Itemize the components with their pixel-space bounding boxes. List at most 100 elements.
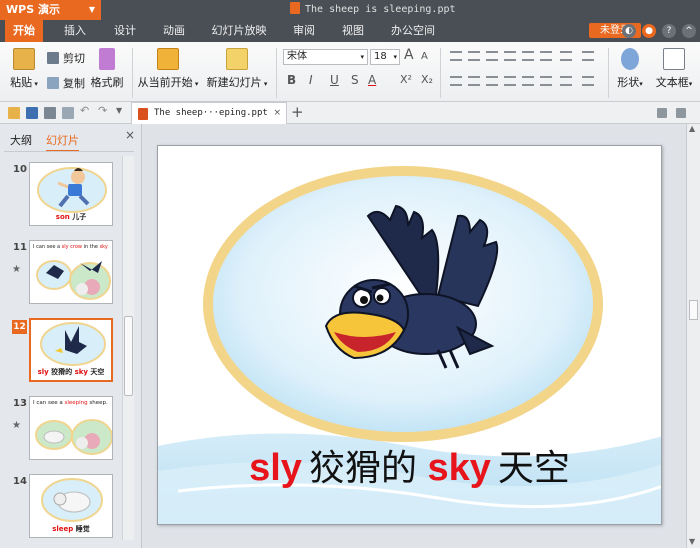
- skin-icon[interactable]: ◐: [622, 24, 636, 38]
- help-icon[interactable]: ?: [662, 24, 676, 38]
- meaning-sky: 天空: [497, 448, 570, 489]
- align-center-icon[interactable]: [468, 76, 480, 86]
- app-menu-button[interactable]: WPS 演示 ▼: [0, 0, 101, 20]
- presentation-file-icon: [138, 108, 148, 120]
- tab-list-icon[interactable]: [657, 108, 667, 118]
- tab-view[interactable]: 视图: [334, 20, 372, 42]
- chevron-down-icon[interactable]: ▼: [116, 106, 128, 118]
- tab-slides[interactable]: 幻灯片: [46, 132, 79, 152]
- slide-number: 11: [13, 242, 27, 253]
- justify-icon[interactable]: [504, 76, 516, 86]
- textbox-button[interactable]: 文本框▾: [651, 48, 697, 90]
- font-size-select[interactable]: 18 ▾: [370, 49, 400, 65]
- bullets-icon[interactable]: [450, 51, 462, 61]
- slide-caption: sly 狡猾的 sky 天空: [158, 439, 661, 491]
- tab-home[interactable]: 开始: [5, 20, 43, 42]
- thumb-sentence: I can see a sleeping sheep.: [33, 400, 108, 406]
- font-size-value: 18: [374, 51, 387, 62]
- slide-number: 10: [13, 164, 27, 175]
- paragraph-settings-icon[interactable]: [582, 76, 594, 86]
- print-preview-icon[interactable]: [62, 107, 74, 119]
- tab-office-space[interactable]: 办公空间: [388, 20, 438, 42]
- panel-divider: [4, 151, 134, 152]
- align-text-icon[interactable]: [560, 51, 572, 61]
- crow-illustration: [40, 322, 106, 366]
- bold-icon[interactable]: B: [287, 73, 296, 87]
- vertical-align-icon[interactable]: [540, 76, 552, 86]
- shrink-font-icon[interactable]: A: [421, 51, 428, 62]
- align-right-icon[interactable]: [486, 76, 498, 86]
- superscript-icon[interactable]: X²: [400, 73, 412, 86]
- quick-access-toolbar: ↶ ↷ ▼ The sheep···eping.ppt × +: [0, 102, 700, 124]
- numbering-icon[interactable]: [468, 51, 480, 61]
- document-tab[interactable]: The sheep···eping.ppt ×: [131, 102, 287, 124]
- distribute-icon[interactable]: [522, 76, 534, 86]
- redo-icon[interactable]: ↷: [98, 104, 110, 117]
- font-name-value: 宋体: [287, 51, 307, 62]
- panel-scrollbar[interactable]: [122, 156, 134, 540]
- undo-icon[interactable]: ↶: [80, 104, 92, 117]
- subscript-icon[interactable]: X₂: [421, 73, 433, 86]
- restore-window-icon[interactable]: [676, 108, 686, 118]
- current-slide-marker: 12: [12, 320, 27, 334]
- font-color-icon[interactable]: A: [368, 73, 376, 87]
- tab-animation[interactable]: 动画: [155, 20, 193, 42]
- slide-thumbnail-11[interactable]: I can see a sly crow in the sky: [29, 240, 113, 304]
- thumb-caption-en: sleep: [52, 525, 74, 533]
- close-icon[interactable]: ×: [273, 103, 281, 124]
- tab-review[interactable]: 审阅: [285, 20, 323, 42]
- play-from-current-button[interactable]: 从当前开始 ▾: [137, 48, 199, 90]
- tab-outline[interactable]: 大纲: [10, 132, 32, 148]
- font-name-select[interactable]: 宋体 ▾: [283, 49, 368, 65]
- print-icon[interactable]: [44, 107, 56, 119]
- columns-icon[interactable]: [582, 51, 594, 61]
- slide-workspace: sly 狡猾的 sky 天空: [143, 124, 686, 548]
- workspace-scrollbar[interactable]: ▲ ▼: [686, 124, 700, 548]
- decrease-indent-icon[interactable]: [486, 51, 498, 61]
- word-sky: sky: [427, 447, 491, 489]
- grow-font-icon[interactable]: A: [404, 47, 414, 63]
- slide-thumbnail-12[interactable]: sly 狡猾的 sky 天空: [29, 318, 113, 382]
- sheep-illustration: [35, 419, 112, 455]
- cut-button[interactable]: 剪切: [47, 50, 85, 66]
- new-slide-button[interactable]: 新建幻灯片 ▾: [206, 48, 268, 90]
- crow-and-sheep-illustration: [36, 260, 111, 300]
- format-painter-label: 格式刷: [90, 76, 124, 89]
- close-icon[interactable]: ×: [125, 128, 135, 142]
- ribbon-divider: [608, 48, 609, 98]
- format-painter-button[interactable]: 格式刷: [88, 48, 126, 90]
- italic-icon[interactable]: I: [309, 73, 313, 87]
- tab-insert[interactable]: 插入: [56, 20, 94, 42]
- paste-label: 粘贴: [10, 76, 33, 89]
- tab-slideshow[interactable]: 幻灯片放映: [208, 20, 270, 42]
- scissors-icon: [47, 52, 59, 64]
- collapse-ribbon-icon[interactable]: ^: [682, 24, 696, 38]
- paste-button[interactable]: 粘贴 ▾: [8, 48, 40, 90]
- shape-button[interactable]: 形状▾: [612, 48, 648, 90]
- chevron-down-icon: ▾: [639, 80, 643, 88]
- slide-thumbnail-14[interactable]: sleep 睡觉: [29, 474, 113, 538]
- current-slide[interactable]: sly 狡猾的 sky 天空: [157, 145, 662, 525]
- scroll-down-icon[interactable]: ▼: [689, 537, 695, 546]
- increase-indent-icon[interactable]: [504, 51, 516, 61]
- thumb-caption-en: son: [55, 213, 70, 221]
- copy-button[interactable]: 复制: [47, 75, 85, 91]
- tab-design[interactable]: 设计: [106, 20, 144, 42]
- shadow-icon[interactable]: S: [351, 73, 359, 87]
- line-spacing-icon[interactable]: [522, 51, 534, 61]
- slide-thumbnail-10[interactable]: son 儿子: [29, 162, 113, 226]
- panel-scrollbar-thumb[interactable]: [124, 316, 133, 396]
- user-icon[interactable]: ●: [642, 24, 656, 38]
- smart-art-icon[interactable]: [560, 76, 572, 86]
- text-direction-icon[interactable]: [540, 51, 552, 61]
- clipboard-icon: [13, 48, 35, 70]
- underline-icon[interactable]: U: [330, 73, 339, 87]
- scroll-up-icon[interactable]: ▲: [689, 124, 695, 133]
- save-icon[interactable]: [26, 107, 38, 119]
- align-left-icon[interactable]: [450, 76, 462, 86]
- workspace-scrollbar-thumb[interactable]: [689, 300, 698, 320]
- slide-thumbnail-13[interactable]: I can see a sleeping sheep.: [29, 396, 113, 460]
- new-tab-icon[interactable]: +: [291, 103, 304, 121]
- brush-icon: [99, 48, 115, 70]
- open-icon[interactable]: [8, 107, 20, 119]
